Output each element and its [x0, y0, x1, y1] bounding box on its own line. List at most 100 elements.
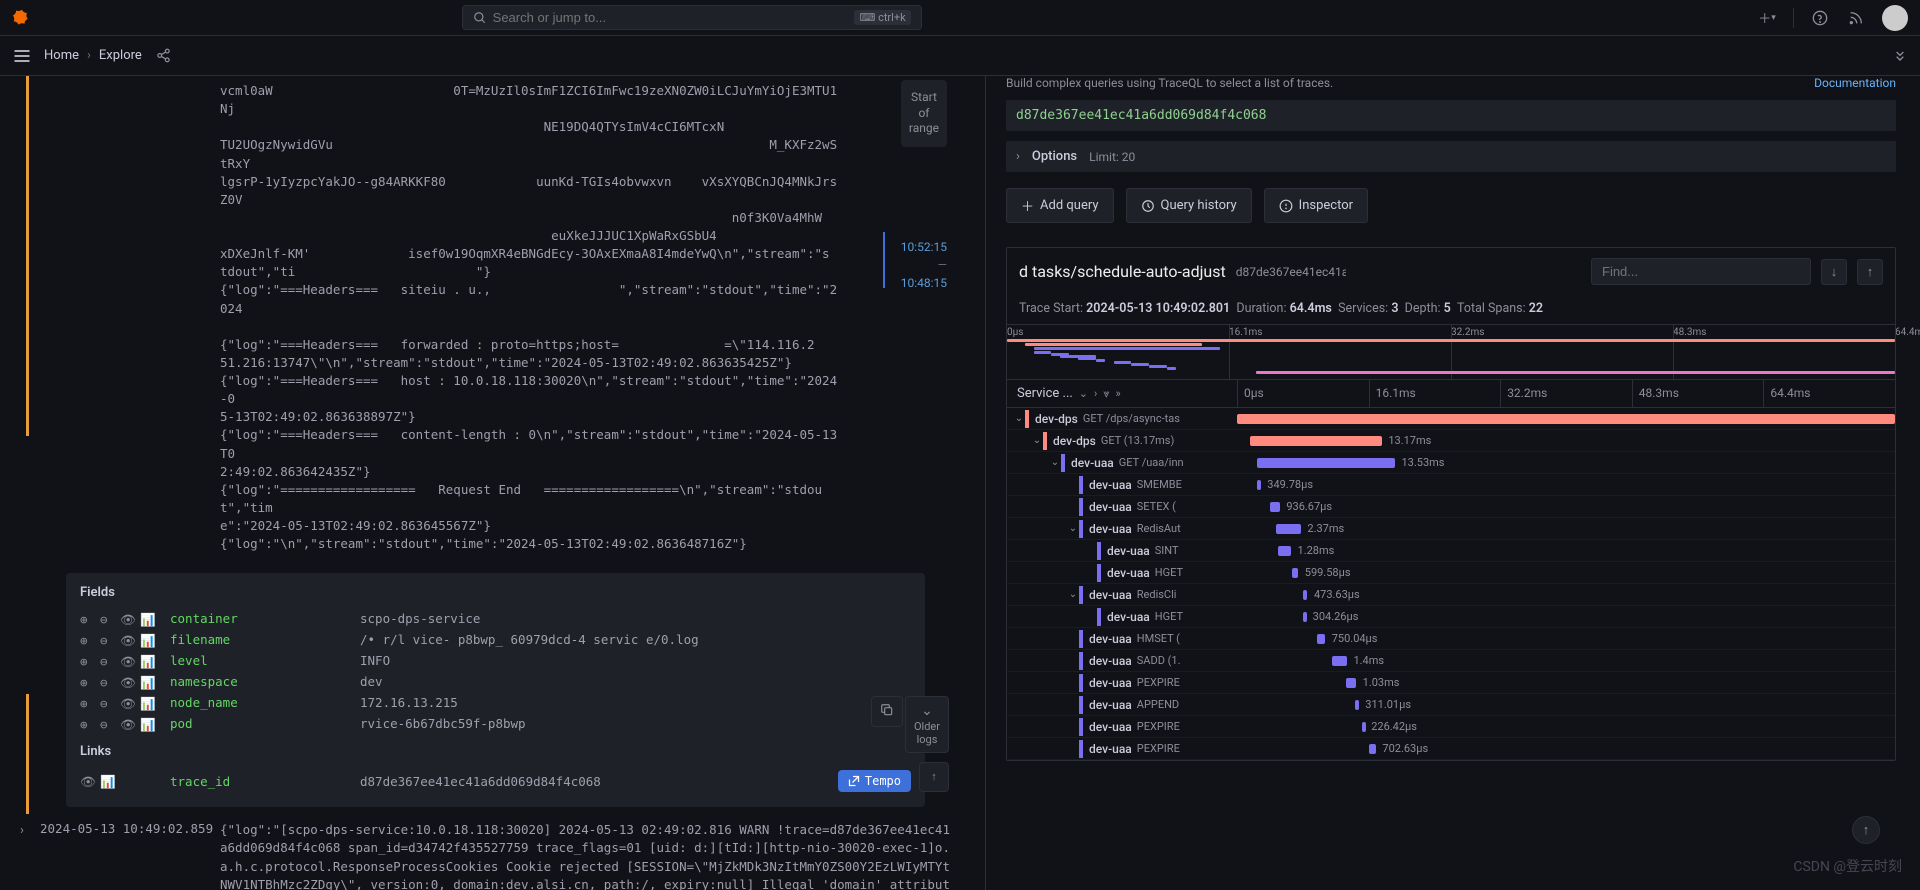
find-input[interactable] — [1591, 258, 1811, 285]
span-row[interactable]: dev-uaa SINT 1.28ms — [1007, 540, 1895, 562]
breadcrumb-sep: › — [87, 48, 91, 63]
stats-icon[interactable]: 📊 — [140, 612, 154, 626]
log-entry[interactable]: › 2024-05-13 10:49:02.859 {"log":"[scpo-… — [20, 821, 985, 890]
span-row[interactable]: dev-uaa APPEND 311.01µs — [1007, 694, 1895, 716]
eye-icon[interactable]: 👁 — [120, 717, 134, 731]
span-chevron[interactable]: ⌄ — [1067, 589, 1079, 600]
older-logs-button[interactable]: ⌄Older logs — [905, 696, 949, 753]
breadcrumb-home[interactable]: Home — [44, 48, 79, 63]
inspector-button[interactable]: Inspector — [1264, 188, 1368, 223]
zoom-in-icon[interactable]: ⊕ — [80, 696, 94, 710]
span-service: dev-uaa — [1089, 522, 1132, 536]
menu-icon[interactable] — [12, 46, 32, 66]
span-duration: 2.37ms — [1307, 522, 1344, 535]
news-icon[interactable] — [1846, 8, 1866, 28]
span-row[interactable]: ⌄ dev-dps GET (13.17ms) 13.17ms — [1007, 430, 1895, 452]
span-service: dev-uaa — [1089, 654, 1132, 668]
span-colorbar — [1079, 498, 1083, 516]
zoom-out-icon[interactable]: ⊖ — [100, 675, 114, 689]
zoom-in-icon[interactable]: ⊕ — [80, 675, 94, 689]
zoom-in-icon[interactable]: ⊕ — [80, 633, 94, 647]
minimap-tick: 0µs — [1007, 327, 1023, 338]
scroll-top-button[interactable]: ↑ — [1852, 816, 1880, 844]
find-next[interactable]: ↓ — [1821, 259, 1847, 285]
user-avatar[interactable] — [1882, 5, 1908, 31]
zoom-in-icon[interactable]: ⊕ — [80, 717, 94, 731]
zoom-out-icon[interactable]: ⊖ — [100, 654, 114, 668]
eye-icon[interactable]: 👁 — [120, 633, 134, 647]
eye-icon[interactable]: 👁 — [80, 774, 94, 788]
trace-id-short: d87de367ee41ec41a6 — [1236, 265, 1346, 279]
span-chevron[interactable]: ⌄ — [1049, 457, 1061, 468]
breadcrumb-explore[interactable]: Explore — [99, 48, 142, 63]
help-icon[interactable] — [1810, 8, 1830, 28]
eye-icon[interactable]: 👁 — [120, 654, 134, 668]
expand-chevron[interactable]: › — [20, 821, 40, 890]
expand-all[interactable]: » — [1116, 387, 1121, 400]
span-service: dev-uaa — [1089, 500, 1132, 514]
span-row[interactable]: dev-uaa PEXPIRE 702.63µs — [1007, 738, 1895, 760]
span-bar — [1276, 524, 1300, 534]
eye-icon[interactable]: 👁 — [120, 696, 134, 710]
span-operation: GET /dps/async-tas — [1083, 412, 1180, 425]
share-icon[interactable] — [156, 48, 171, 63]
timeline-tick: 64.4ms — [1763, 380, 1895, 407]
expand-one[interactable]: › — [1094, 387, 1097, 400]
search-input[interactable] — [493, 10, 855, 25]
options-row[interactable]: › Options Limit: 20 — [1006, 141, 1896, 172]
span-row[interactable]: dev-uaa SETEX ( 936.67µs — [1007, 496, 1895, 518]
collapse-one[interactable]: ⌄ — [1079, 387, 1088, 400]
eye-icon[interactable]: 👁 — [120, 612, 134, 626]
zoom-out-icon[interactable]: ⊖ — [100, 717, 114, 731]
options-limit: Limit: 20 — [1089, 150, 1135, 164]
span-row[interactable]: dev-uaa HGET 304.26µs — [1007, 606, 1895, 628]
copy-button[interactable] — [871, 696, 903, 727]
span-row[interactable]: dev-uaa SMEMBE 349.78µs — [1007, 474, 1895, 496]
span-chevron[interactable]: ⌄ — [1031, 435, 1043, 446]
collapse-all[interactable]: ⩔ — [1103, 387, 1109, 401]
add-menu[interactable]: ＋▾ — [1757, 8, 1777, 28]
stats-icon[interactable]: 📊 — [140, 633, 154, 647]
eye-icon[interactable]: 👁 — [120, 675, 134, 689]
global-search[interactable]: ⌨ ctrl+k — [462, 5, 922, 30]
zoom-in-icon[interactable]: ⊕ — [80, 654, 94, 668]
zoom-out-icon[interactable]: ⊖ — [100, 696, 114, 710]
zoom-out-icon[interactable]: ⊖ — [100, 633, 114, 647]
span-row[interactable]: dev-uaa HGET 599.58µs — [1007, 562, 1895, 584]
span-row[interactable]: ⌄ dev-uaa RedisAut 2.37ms — [1007, 518, 1895, 540]
tempo-link-button[interactable]: Tempo — [838, 770, 911, 792]
span-operation: SINT — [1155, 544, 1179, 557]
collapse-icon[interactable] — [1892, 48, 1908, 64]
span-row[interactable]: dev-uaa PEXPIRE 1.03ms — [1007, 672, 1895, 694]
stats-icon[interactable]: 📊 — [140, 717, 154, 731]
query-input[interactable]: d87de367ee41ec41a6dd069d84f4c068 — [1006, 100, 1896, 131]
span-bar — [1237, 414, 1895, 424]
span-duration: 13.53ms — [1402, 456, 1445, 469]
scroll-up-button[interactable]: ↑ — [919, 762, 949, 792]
span-row[interactable]: dev-uaa PEXPIRE 226.42µs — [1007, 716, 1895, 738]
zoom-out-icon[interactable]: ⊖ — [100, 612, 114, 626]
zoom-in-icon[interactable]: ⊕ — [80, 612, 94, 626]
query-history-button[interactable]: Query history — [1126, 188, 1252, 223]
stats-icon[interactable]: 📊 — [140, 675, 154, 689]
stats-icon[interactable]: 📊 — [100, 774, 114, 788]
span-row[interactable]: ⌄ dev-uaa RedisCli 473.63µs — [1007, 584, 1895, 606]
find-prev[interactable]: ↑ — [1857, 259, 1883, 285]
span-duration: 304.26µs — [1313, 610, 1359, 623]
documentation-link[interactable]: Documentation — [1814, 76, 1896, 90]
span-chevron[interactable]: ⌄ — [1013, 413, 1025, 424]
add-query-button[interactable]: ＋ Add query — [1006, 188, 1114, 223]
grafana-logo[interactable] — [12, 8, 32, 28]
minimap-tick: 64.4ms — [1895, 327, 1920, 338]
span-row[interactable]: ⌄ dev-dps GET /dps/async-tas — [1007, 408, 1895, 430]
options-chevron[interactable]: › — [1016, 149, 1020, 164]
span-operation: SMEMBE — [1137, 478, 1182, 491]
trace-minimap[interactable]: 0µs16.1ms32.2ms48.3ms64.4ms — [1007, 325, 1895, 380]
span-row[interactable]: dev-uaa SADD (1. 1.4ms — [1007, 650, 1895, 672]
span-chevron[interactable]: ⌄ — [1067, 523, 1079, 534]
span-row[interactable]: ⌄ dev-uaa GET /uaa/inn 13.53ms — [1007, 452, 1895, 474]
timeline-tick: 32.2ms — [1500, 380, 1632, 407]
span-row[interactable]: dev-uaa HMSET ( 750.04µs — [1007, 628, 1895, 650]
stats-icon[interactable]: 📊 — [140, 654, 154, 668]
stats-icon[interactable]: 📊 — [140, 696, 154, 710]
